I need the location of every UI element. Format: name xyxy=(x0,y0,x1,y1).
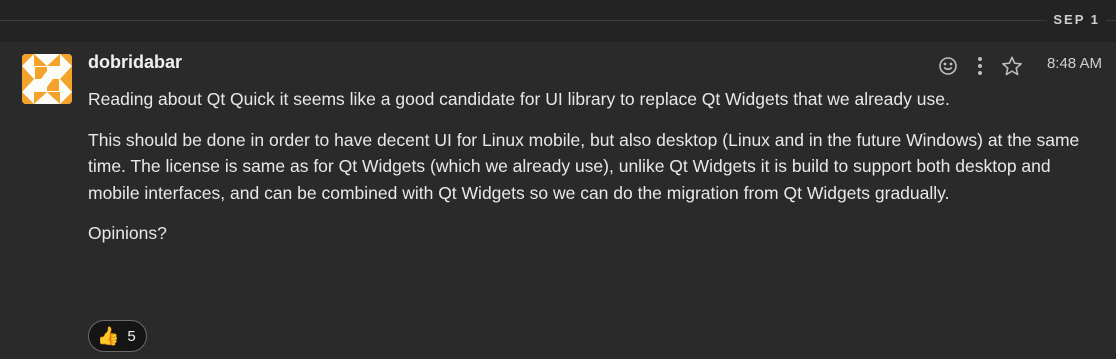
message-paragraph: Reading about Qt Quick it seems like a g… xyxy=(88,89,950,109)
date-label: SEP 1 xyxy=(1047,12,1106,27)
smiley-icon[interactable] xyxy=(936,54,960,78)
message-timestamp[interactable]: 8:48 AM xyxy=(1047,55,1102,72)
message-body: Reading about Qt Quick it seems like a g… xyxy=(88,86,1088,261)
reaction-count: 5 xyxy=(127,327,136,345)
message: dobridabar 8:48 AM Reading about Qt Quic… xyxy=(0,42,1116,359)
kebab-menu-icon[interactable] xyxy=(968,54,992,78)
sender-name[interactable]: dobridabar xyxy=(88,52,182,73)
date-divider: SEP 1 xyxy=(0,0,1116,42)
thumbs-up-icon: 👍 xyxy=(97,326,120,346)
avatar-identicon xyxy=(22,54,72,104)
divider-line xyxy=(0,20,1116,21)
message-paragraph: This should be done in order to have dec… xyxy=(88,129,1080,203)
reaction-thumbs-up[interactable]: 👍 5 xyxy=(88,320,147,352)
star-icon[interactable] xyxy=(1000,54,1024,78)
avatar[interactable] xyxy=(22,54,72,104)
message-actions xyxy=(936,54,1024,78)
message-paragraph: Opinions? xyxy=(88,223,167,243)
